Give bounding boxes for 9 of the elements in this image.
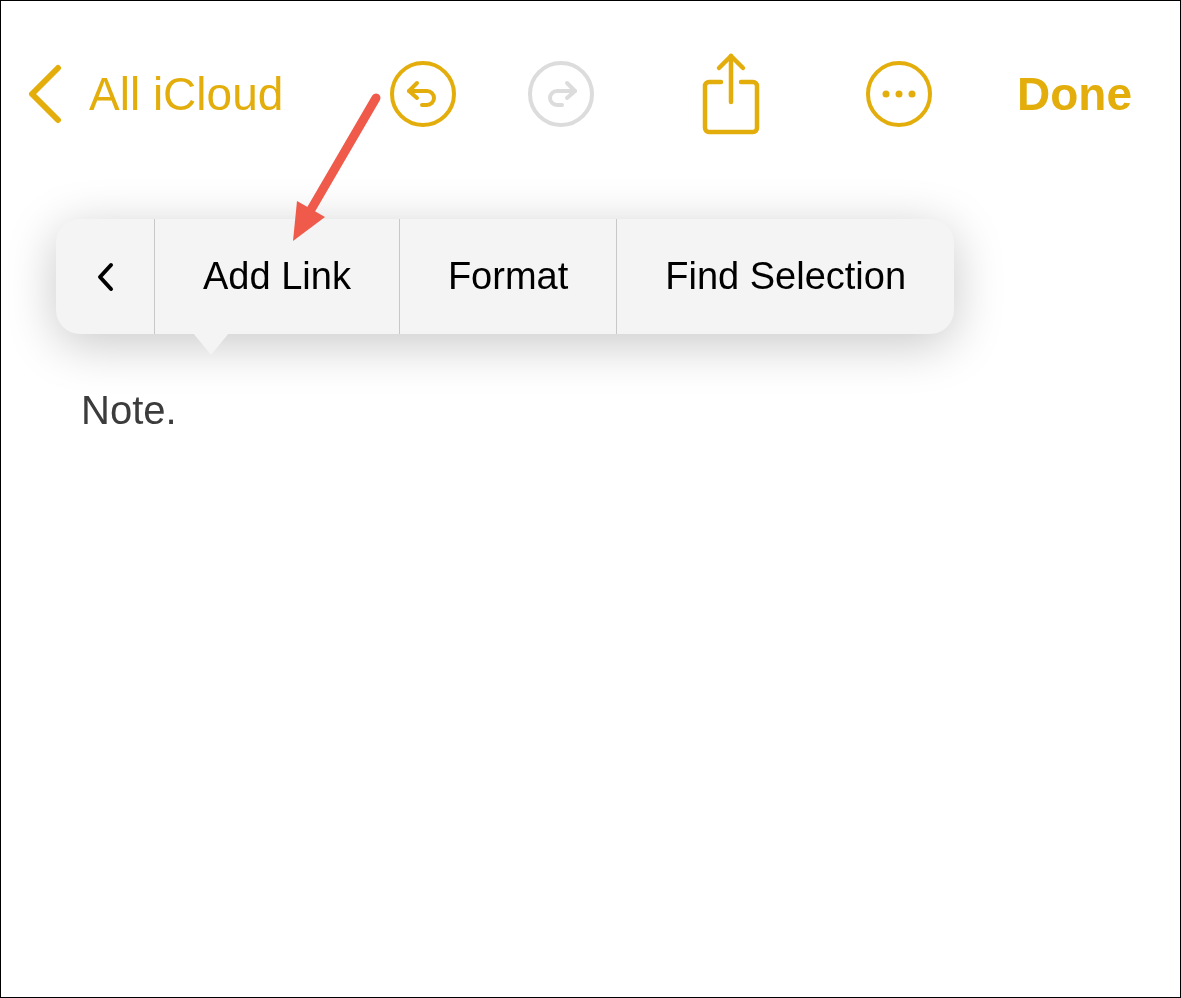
more-icon[interactable] [865,60,934,128]
share-icon[interactable] [701,52,762,136]
redo-icon[interactable] [527,60,596,128]
note-text: Note. [81,387,177,434]
menu-item[interactable]: Find Selection [616,219,955,334]
menu-item[interactable]: Format [398,219,617,334]
undo-icon[interactable] [389,60,458,128]
chevron-left-icon [96,261,114,292]
chevron-left-icon [27,64,63,124]
